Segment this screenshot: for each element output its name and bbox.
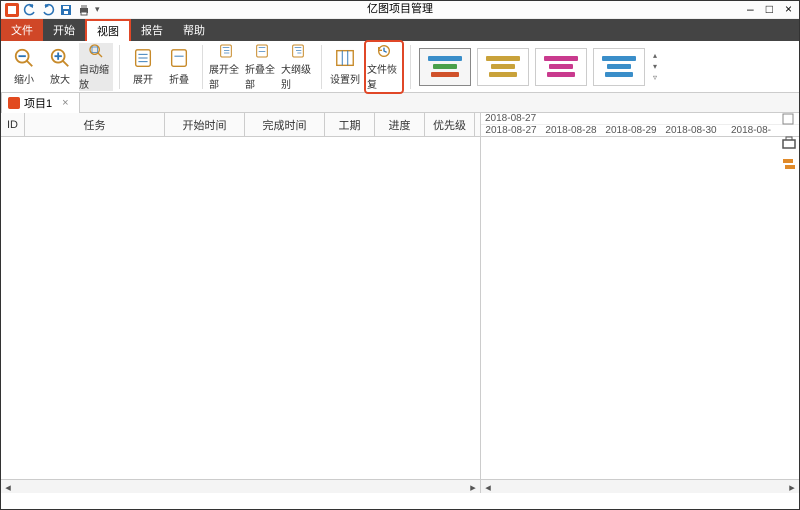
col-duration[interactable]: 工期	[325, 113, 375, 136]
tab-file[interactable]: 文件	[1, 19, 43, 41]
collapse-all-button[interactable]: 折叠全部	[245, 43, 279, 91]
file-restore-button[interactable]: 文件恢复	[367, 43, 401, 91]
expand-all-button[interactable]: 展开全部	[209, 43, 243, 91]
style-more-icon[interactable]: ▿	[653, 73, 657, 82]
gantt-style-4[interactable]	[593, 48, 645, 86]
tab-start[interactable]: 开始	[43, 19, 85, 41]
scroll-right-icon[interactable]: ▸	[466, 480, 480, 494]
briefcase-icon[interactable]	[781, 134, 797, 150]
print-icon[interactable]	[77, 3, 91, 17]
col-progress[interactable]: 进度	[375, 113, 425, 136]
qat-dropdown-icon[interactable]: ▾	[95, 4, 100, 15]
col-priority[interactable]: 优先级	[425, 113, 475, 136]
style-scroll-up-icon[interactable]: ▴	[653, 51, 657, 60]
style-scroll-down-icon[interactable]: ▾	[653, 62, 657, 71]
app-icon	[5, 3, 19, 17]
gantt-style-2[interactable]	[477, 48, 529, 86]
timeline-header: 2018-08-27	[481, 113, 799, 125]
grid-body[interactable]	[1, 137, 480, 479]
gantt-timeline: 2018-08-27 2018-08-27 2018-08-28 2018-08…	[481, 113, 799, 493]
right-sidebar	[780, 112, 798, 172]
ribbon: 缩小 放大 自动缩放 展开 折叠 展开全部 折叠全部 大纲级别 设置列 文件恢复	[1, 41, 799, 93]
minimize-button[interactable]: –	[747, 2, 754, 16]
tab-report[interactable]: 报告	[131, 19, 173, 41]
task-grid: ID 任务 开始时间 完成时间 工期 进度 优先级 ◂ ▸	[1, 113, 481, 493]
scroll-left-icon[interactable]: ◂	[1, 480, 15, 494]
tab-help[interactable]: 帮助	[173, 19, 215, 41]
grid-header: ID 任务 开始时间 完成时间 工期 进度 优先级	[1, 113, 480, 137]
auto-zoom-button[interactable]: 自动缩放	[79, 43, 113, 91]
sidebar-collapse-icon[interactable]	[781, 112, 797, 128]
redo-icon[interactable]	[41, 3, 55, 17]
undo-icon[interactable]	[23, 3, 37, 17]
document-tab-close-icon[interactable]: ×	[62, 97, 68, 109]
scroll-right-icon[interactable]: ▸	[785, 480, 799, 494]
col-id[interactable]: ID	[1, 113, 25, 136]
resources-icon[interactable]	[781, 156, 797, 172]
save-icon[interactable]	[59, 3, 73, 17]
grid-hscrollbar[interactable]: ◂ ▸	[1, 479, 480, 493]
quick-access-toolbar: ▾	[1, 1, 799, 19]
col-task[interactable]: 任务	[25, 113, 165, 136]
tab-view[interactable]: 视图	[85, 19, 131, 41]
col-finish[interactable]: 完成时间	[245, 113, 325, 136]
zoom-in-button[interactable]: 放大	[43, 43, 77, 91]
expand-button[interactable]: 展开	[126, 43, 160, 91]
content-area: ID 任务 开始时间 完成时间 工期 进度 优先级 ◂ ▸ 2018-08-27…	[1, 113, 799, 493]
set-columns-button[interactable]: 设置列	[328, 43, 362, 91]
gantt-body[interactable]	[481, 137, 799, 479]
file-restore-highlight: 文件恢复	[364, 40, 404, 94]
maximize-button[interactable]: □	[766, 2, 773, 16]
timeline-dates: 2018-08-27 2018-08-28 2018-08-29 2018-08…	[481, 125, 799, 137]
gantt-style-3[interactable]	[535, 48, 587, 86]
close-button[interactable]: ×	[785, 2, 792, 16]
scroll-left-icon[interactable]: ◂	[481, 480, 495, 494]
document-tab-project1[interactable]: 项目1 ×	[1, 92, 80, 113]
gantt-hscrollbar[interactable]: ◂ ▸	[481, 479, 799, 493]
ribbon-tabs: 文件 开始 视图 报告 帮助	[1, 19, 799, 41]
col-start[interactable]: 开始时间	[165, 113, 245, 136]
gantt-style-1[interactable]	[419, 48, 471, 86]
outline-level-button[interactable]: 大纲级别	[281, 43, 315, 91]
zoom-out-button[interactable]: 缩小	[7, 43, 41, 91]
collapse-button[interactable]: 折叠	[162, 43, 196, 91]
document-tabs: 项目1 ×	[1, 93, 799, 113]
